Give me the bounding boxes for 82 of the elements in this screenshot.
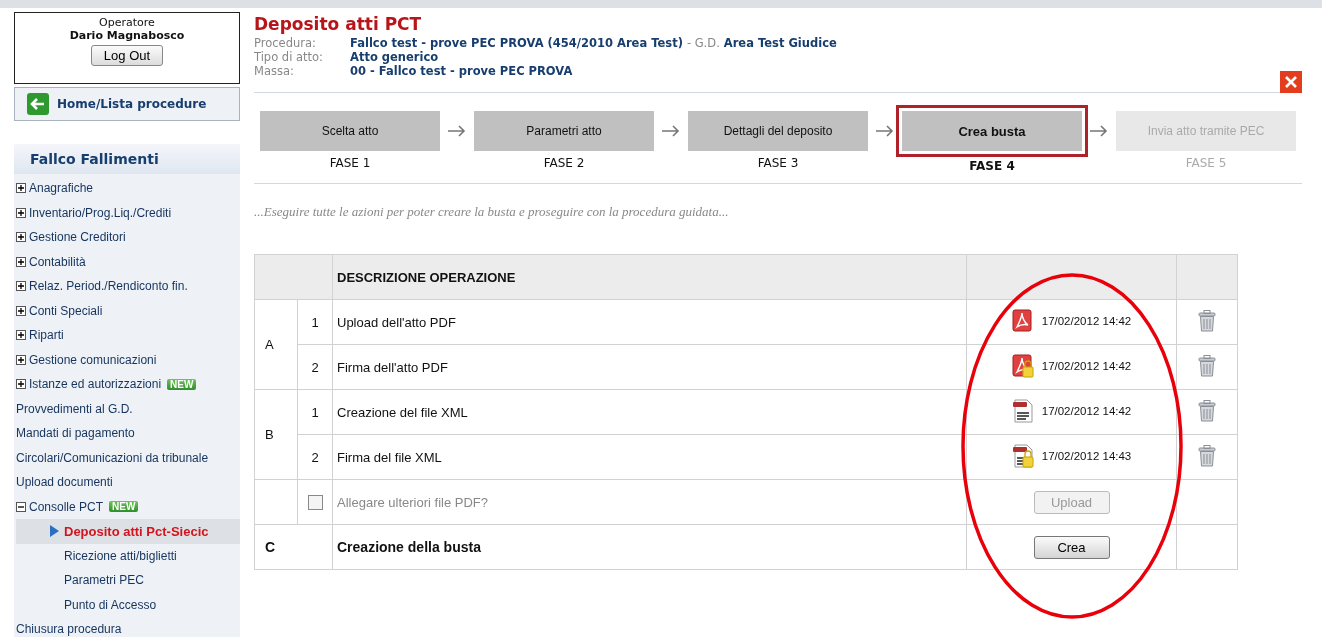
phase-label: FASE 5 bbox=[1185, 156, 1227, 170]
expand-icon[interactable] bbox=[16, 305, 26, 316]
timestamp: 17/02/2012 14:43 bbox=[1041, 449, 1132, 462]
new-badge: NEW bbox=[109, 501, 139, 513]
table-cell: B bbox=[254, 389, 298, 480]
sidebar-item[interactable]: Anagrafiche bbox=[29, 181, 94, 196]
page-title: Deposito atti PCT bbox=[254, 14, 423, 34]
arrow-icon bbox=[448, 125, 466, 137]
expand-icon[interactable] bbox=[16, 354, 26, 365]
collapse-icon[interactable] bbox=[16, 501, 26, 512]
sidebar-title: Fallco Fallimenti bbox=[14, 144, 240, 174]
expand-icon[interactable] bbox=[16, 183, 26, 194]
instructions-text: ...Eseguire tutte le azioni per poter creare la busta e proseguire con la procedura guidata... bbox=[254, 204, 730, 220]
home-link[interactable]: Home/Lista procedure bbox=[14, 87, 240, 121]
table-cell: 1 bbox=[297, 299, 333, 345]
field-label: Procedura: bbox=[254, 36, 317, 50]
arrow-icon bbox=[662, 125, 680, 137]
field-label: Massa: bbox=[254, 64, 295, 78]
sidebar-item[interactable]: Circolari/Comunicazioni da tribunale bbox=[16, 450, 209, 465]
phase-label: FASE 4 bbox=[969, 159, 1015, 173]
sidebar-item[interactable]: Provvedimenti al G.D. bbox=[16, 401, 133, 416]
logout-button[interactable]: Log Out bbox=[90, 45, 164, 66]
field-value: 00 - Fallco test - prove PEC PROVA bbox=[350, 64, 573, 78]
table-cell: Creazione della busta bbox=[332, 524, 967, 570]
field-label: - G.D. bbox=[686, 36, 720, 50]
expand-icon[interactable] bbox=[16, 256, 26, 267]
field-label: Tipo di atto: bbox=[254, 50, 324, 64]
table-cell: C bbox=[254, 524, 333, 570]
table-cell: Firma dell'atto PDF bbox=[332, 344, 967, 390]
expand-icon[interactable] bbox=[16, 281, 26, 292]
expand-icon[interactable] bbox=[16, 379, 26, 390]
trash-icon[interactable] bbox=[1198, 354, 1216, 377]
table-cell: 1 bbox=[297, 389, 333, 435]
phase-label: FASE 3 bbox=[757, 156, 799, 170]
step-box[interactable]: Scelta atto bbox=[260, 111, 440, 151]
sidebar-item[interactable]: Relaz. Period./Rendiconto fin. bbox=[29, 279, 188, 294]
arrow-icon bbox=[876, 125, 894, 137]
timestamp: 17/02/2012 14:42 bbox=[1041, 404, 1132, 417]
phase-label: FASE 2 bbox=[543, 156, 585, 170]
sidebar-subitem[interactable]: Parametri PEC bbox=[16, 568, 240, 593]
sidebar-subitem[interactable]: Punto di Accesso bbox=[16, 592, 240, 617]
trash-icon[interactable] bbox=[1198, 399, 1216, 422]
expand-icon[interactable] bbox=[16, 207, 26, 218]
timestamp: 17/02/2012 14:42 bbox=[1041, 359, 1132, 372]
close-button[interactable] bbox=[1280, 71, 1302, 93]
table-cell: 2 bbox=[297, 344, 333, 390]
sidebar-item[interactable]: Conti Speciali bbox=[29, 303, 103, 318]
table-cell: Firma del file XML bbox=[332, 434, 967, 480]
step-box[interactable]: Dettagli del deposito bbox=[688, 111, 868, 151]
new-badge: NEW bbox=[167, 378, 197, 390]
sidebar-item[interactable]: Upload documenti bbox=[16, 475, 113, 490]
trash-icon[interactable] bbox=[1198, 309, 1216, 332]
sidebar-item[interactable]: Consolle PCT bbox=[29, 499, 104, 514]
sidebar-item[interactable]: Inventario/Prog.Liq./Crediti bbox=[29, 205, 172, 220]
sidebar-item[interactable]: Contabilità bbox=[29, 254, 86, 269]
column-header: DESCRIZIONE OPERAZIONE bbox=[332, 254, 967, 300]
pointer-icon bbox=[50, 525, 59, 538]
field-value: Atto generico bbox=[350, 50, 439, 64]
table-cell: 2 bbox=[297, 434, 333, 480]
sidebar-subitem[interactable]: Ricezione atti/biglietti bbox=[16, 543, 240, 568]
expand-icon[interactable] bbox=[16, 330, 26, 341]
operator-name: Dario Magnabosco bbox=[69, 29, 185, 42]
phase-label: FASE 1 bbox=[329, 156, 371, 170]
sidebar-subitem-active[interactable]: Deposito atti Pct-Siecic bbox=[16, 519, 240, 544]
field-value: Fallco test - prove PEC PROVA (454/2010 Area Test) bbox=[350, 36, 683, 50]
arrow-icon bbox=[1090, 125, 1108, 137]
field-value: Area Test Giudice bbox=[723, 36, 837, 50]
operator-label: Operatore bbox=[99, 16, 155, 29]
sidebar-item[interactable]: Mandati di pagamento bbox=[16, 426, 135, 441]
sidebar-item[interactable]: Gestione Creditori bbox=[29, 230, 126, 245]
table-cell: Creazione del file XML bbox=[332, 389, 967, 435]
timestamp: 17/02/2012 14:42 bbox=[1041, 314, 1132, 327]
trash-icon[interactable] bbox=[1198, 444, 1216, 467]
create-button[interactable]: Crea bbox=[1033, 535, 1110, 559]
table-cell: A bbox=[254, 299, 298, 390]
sidebar-item[interactable]: Istanze ed autorizzazioni bbox=[29, 377, 162, 392]
sidebar-item[interactable]: Gestione comunicazioni bbox=[29, 352, 157, 367]
sidebar-item[interactable]: Riparti bbox=[29, 328, 64, 343]
sidebar-item[interactable]: Chiusura procedura bbox=[16, 622, 122, 637]
expand-icon[interactable] bbox=[16, 232, 26, 243]
step-box[interactable]: Parametri atto bbox=[474, 111, 654, 151]
table-cell: Upload dell'atto PDF bbox=[332, 299, 967, 345]
